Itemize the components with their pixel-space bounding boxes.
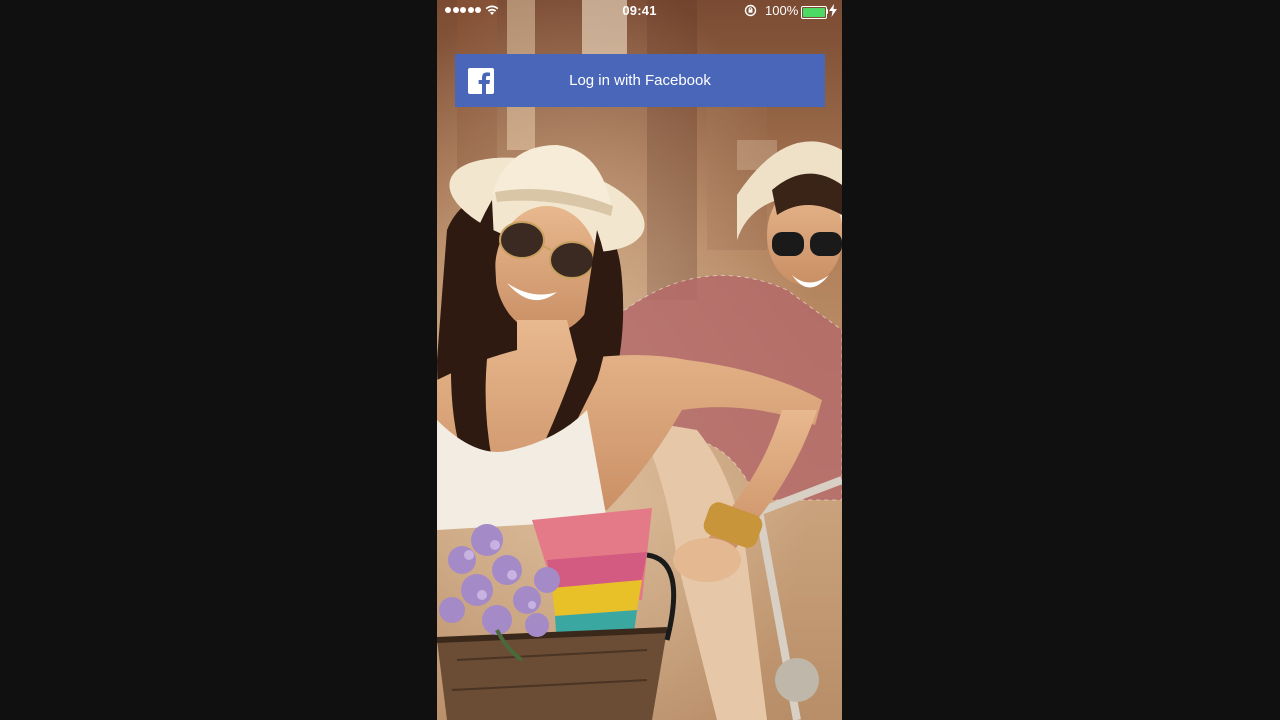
facebook-login-button[interactable]: Log in with Facebook	[455, 54, 825, 107]
status-bar: 09:41 100%	[437, 0, 842, 22]
battery-percent: 100%	[765, 3, 799, 18]
facebook-login-label: Log in with Facebook	[569, 72, 711, 89]
battery-fill	[803, 8, 825, 17]
battery-icon	[801, 6, 827, 19]
app-screen: 09:41 100% Log in with Facebook	[0, 0, 1280, 720]
rotation-lock-icon	[744, 4, 757, 20]
battery-tip	[826, 9, 828, 14]
phone-screen: 09:41 100% Log in with Facebook	[437, 0, 842, 720]
background-photo	[437, 0, 842, 720]
charging-bolt-icon	[829, 4, 837, 20]
